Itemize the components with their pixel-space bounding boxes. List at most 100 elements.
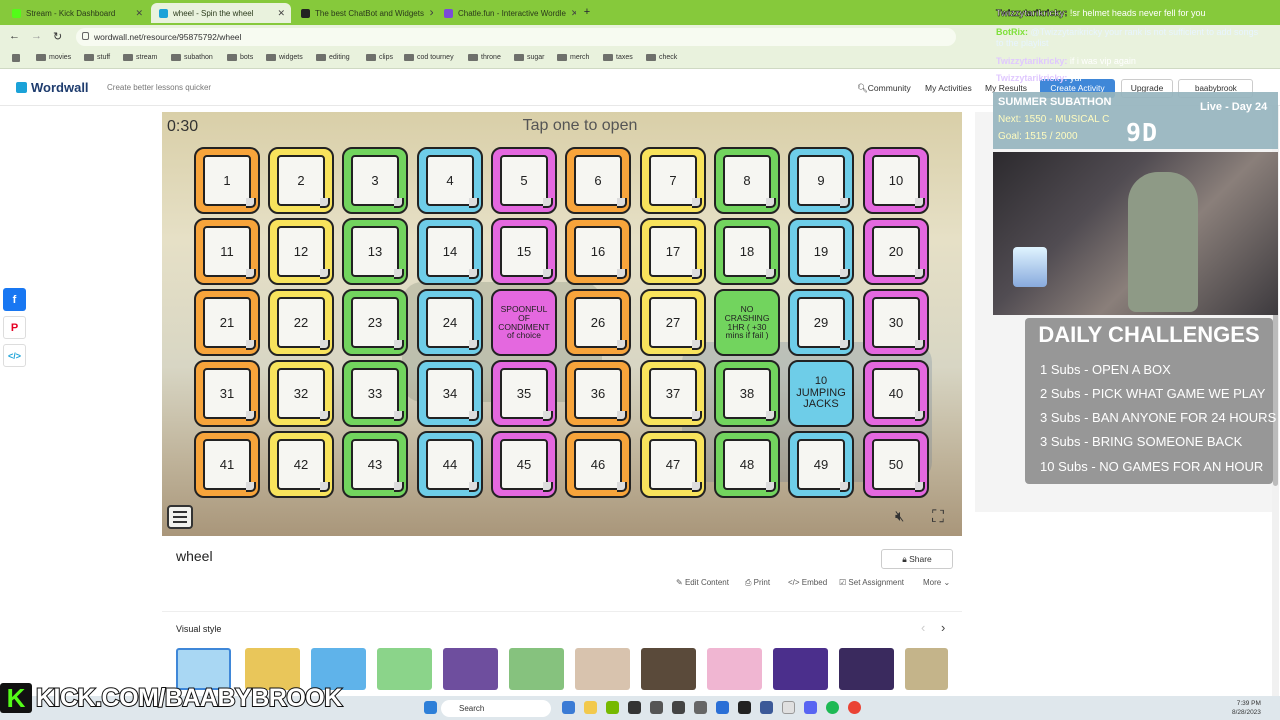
fullscreen-icon[interactable]: ⛶	[932, 507, 944, 527]
mystery-box[interactable]: 2	[268, 147, 334, 214]
tab-chatbot[interactable]: The best ChatBot and Widgets ✕	[293, 3, 433, 23]
mystery-box[interactable]: 38	[714, 360, 780, 427]
reload-icon[interactable]: ↻	[53, 30, 62, 43]
tab-wheel[interactable]: wheel - Spin the wheel ✕	[151, 3, 291, 23]
app-icon[interactable]	[694, 701, 707, 714]
bookmark-folder[interactable]: widgets	[266, 54, 303, 61]
mystery-box[interactable]: 36	[565, 360, 631, 427]
bookmark-folder[interactable]: cod tourney	[404, 54, 454, 61]
mystery-box[interactable]: 14	[417, 218, 483, 285]
mystery-box[interactable]: 7	[640, 147, 706, 214]
bookmark-folder[interactable]: throne	[468, 54, 501, 61]
chrome-icon[interactable]	[848, 701, 861, 714]
bookmark-folder[interactable]: stuff	[84, 54, 110, 61]
mystery-box[interactable]: 10 JUMPING JACKS	[788, 360, 854, 427]
style-thumbnail[interactable]	[575, 648, 630, 690]
mystery-box[interactable]: 11	[194, 218, 260, 285]
mystery-box[interactable]: 40	[863, 360, 929, 427]
tab-chatle[interactable]: Chatle.fun - Interactive Wordle ✕	[436, 3, 576, 23]
bookmark-folder[interactable]: movies	[36, 54, 71, 61]
mystery-box[interactable]: 50	[863, 431, 929, 498]
close-icon[interactable]: ✕	[277, 8, 285, 19]
mystery-box[interactable]: 37	[640, 360, 706, 427]
style-thumbnail[interactable]	[905, 648, 948, 690]
discord-icon[interactable]	[804, 701, 817, 714]
style-thumbnail[interactable]	[773, 648, 828, 690]
mystery-box[interactable]: 3	[342, 147, 408, 214]
apps-icon[interactable]	[12, 54, 20, 62]
style-thumbnail[interactable]	[509, 648, 564, 690]
mystery-box[interactable]: 49	[788, 431, 854, 498]
mystery-box[interactable]: 29	[788, 289, 854, 356]
wordwall-logo[interactable]: Wordwall	[16, 80, 89, 95]
chevron-right-icon[interactable]: ›	[941, 620, 945, 635]
mystery-box[interactable]: 34	[417, 360, 483, 427]
mystery-box[interactable]: 44	[417, 431, 483, 498]
mystery-box[interactable]: 15	[491, 218, 557, 285]
more-dropdown[interactable]: More ⌄	[923, 578, 950, 587]
share-button[interactable]: 🔒︎ Share	[881, 549, 953, 569]
mystery-box[interactable]: 18	[714, 218, 780, 285]
app-icon[interactable]	[760, 701, 773, 714]
edit-content-link[interactable]: ✎ Edit Content	[676, 578, 729, 587]
mystery-box[interactable]: 47	[640, 431, 706, 498]
close-icon[interactable]: ✕	[429, 8, 433, 19]
mystery-box[interactable]: 45	[491, 431, 557, 498]
print-link[interactable]: ⎙ Print	[745, 578, 770, 588]
file-explorer-icon[interactable]	[584, 701, 597, 714]
app-icon[interactable]	[672, 701, 685, 714]
address-bar[interactable]: wordwall.net/resource/95875792/wheel	[76, 28, 956, 46]
bookmark-folder[interactable]: check	[646, 54, 677, 61]
facebook-icon[interactable]: f	[3, 288, 26, 311]
tab-kick-dashboard[interactable]: Stream - Kick Dashboard ✕	[4, 3, 149, 23]
mystery-box[interactable]: 19	[788, 218, 854, 285]
edge-icon[interactable]	[562, 701, 575, 714]
windows-start-icon[interactable]	[424, 701, 437, 714]
mystery-box[interactable]: 31	[194, 360, 260, 427]
mystery-box[interactable]: 24	[417, 289, 483, 356]
mystery-box[interactable]: 20	[863, 218, 929, 285]
set-assignment-link[interactable]: ☑ Set Assignment	[839, 578, 904, 587]
mystery-box[interactable]: 17	[640, 218, 706, 285]
mystery-box[interactable]: 5	[491, 147, 557, 214]
game-menu-button[interactable]	[167, 505, 193, 529]
nav-community[interactable]: 🔍︎Community	[857, 83, 911, 94]
spotify-icon[interactable]	[826, 701, 839, 714]
new-tab-button[interactable]: +	[580, 6, 594, 20]
mystery-box[interactable]: 43	[342, 431, 408, 498]
chevron-left-icon[interactable]: ‹	[921, 620, 925, 635]
mystery-box[interactable]: 46	[565, 431, 631, 498]
bookmark-folder[interactable]: editing	[316, 54, 350, 61]
app-icon[interactable]	[716, 701, 729, 714]
mystery-box[interactable]: 16	[565, 218, 631, 285]
mystery-box[interactable]: 1	[194, 147, 260, 214]
close-icon[interactable]: ✕	[571, 8, 576, 19]
mystery-box[interactable]: 10	[863, 147, 929, 214]
mystery-box[interactable]: 12	[268, 218, 334, 285]
pinterest-icon[interactable]: P	[3, 316, 26, 339]
mystery-box[interactable]: 22	[268, 289, 334, 356]
style-thumbnail[interactable]	[707, 648, 762, 690]
bookmark-folder[interactable]: clips	[366, 54, 393, 61]
bookmark-folder[interactable]: stream	[123, 54, 157, 61]
mystery-box[interactable]: 23	[342, 289, 408, 356]
obs-icon[interactable]	[650, 701, 663, 714]
back-icon[interactable]: ←	[9, 30, 20, 42]
style-thumbnail[interactable]	[839, 648, 894, 690]
mystery-box[interactable]: 27	[640, 289, 706, 356]
mute-icon[interactable]: 🔇︎	[895, 508, 904, 525]
bookmark-folder[interactable]: sugar	[514, 54, 545, 61]
mystery-box[interactable]: 48	[714, 431, 780, 498]
mystery-box[interactable]: 35	[491, 360, 557, 427]
mystery-box[interactable]: NO CRASHING 1HR ( +30 mins if fail )	[714, 289, 780, 356]
mystery-box[interactable]: 21	[194, 289, 260, 356]
bookmark-folder[interactable]: subathon	[171, 54, 213, 61]
taskbar-search[interactable]: Search	[441, 700, 551, 717]
style-thumbnail[interactable]	[641, 648, 696, 690]
forward-icon[interactable]: →	[31, 30, 42, 42]
style-thumbnail[interactable]	[377, 648, 432, 690]
mystery-box[interactable]: 6	[565, 147, 631, 214]
mystery-box[interactable]: 33	[342, 360, 408, 427]
app-icon[interactable]	[738, 701, 751, 714]
style-thumbnail[interactable]	[443, 648, 498, 690]
